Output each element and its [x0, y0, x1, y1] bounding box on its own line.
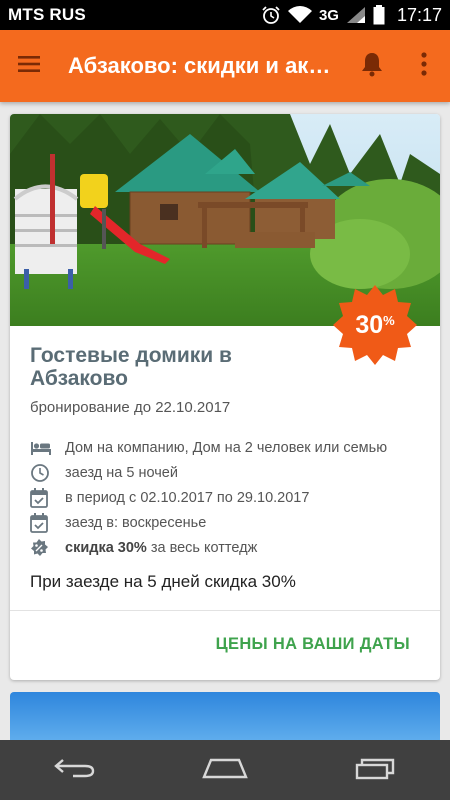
alarm-icon	[261, 5, 281, 25]
recent-apps-button[interactable]	[335, 740, 415, 800]
feature-period: в период с 02.10.2017 по 29.10.2017	[30, 485, 420, 510]
notifications-button[interactable]	[346, 30, 398, 102]
signal-icon	[345, 5, 367, 25]
feature-text: Дом на компанию, Дом на 2 человек или се…	[65, 439, 388, 456]
offer-description: При заезде на 5 дней скидка 30%	[30, 572, 296, 591]
home-icon	[201, 757, 249, 784]
menu-button[interactable]	[0, 30, 58, 102]
discount-value: 30	[355, 310, 384, 339]
clock-icon	[30, 460, 56, 485]
clock-time: 17:17	[396, 4, 442, 25]
back-icon	[53, 756, 97, 785]
calendar-check-icon	[30, 485, 56, 510]
system-nav-bar	[0, 740, 450, 800]
feature-accommodation: Дом на компанию, Дом на 2 человек или се…	[30, 435, 420, 460]
check-prices-button[interactable]: ЦЕНЫ НА ВАШИ ДАТЫ	[216, 635, 410, 654]
feature-text: заезд в: воскресенье	[65, 514, 207, 531]
feature-nights: заезд на 5 ночей	[30, 460, 420, 485]
app-bar: Абзаково: скидки и акц...	[0, 30, 450, 102]
status-icons: 3G 17:17	[261, 5, 442, 26]
discount-emphasis: скидка 30%	[65, 539, 147, 556]
offer-card[interactable]: 30% Гостевые домики в Абзаково бронирова…	[10, 114, 440, 680]
wifi-icon	[287, 5, 313, 25]
home-button[interactable]	[185, 740, 265, 800]
page-title: Абзаково: скидки и акц...	[68, 53, 341, 78]
network-type-label: 3G	[318, 6, 339, 24]
back-button[interactable]	[35, 740, 115, 800]
carrier-name: MTS RUS	[8, 5, 86, 24]
feature-checkin-day: заезд в: воскресенье	[30, 510, 420, 535]
feature-text: скидка 30% за весь коттедж	[65, 540, 257, 556]
menu-icon	[18, 55, 40, 78]
booking-deadline: бронирование до 22.10.2017	[30, 399, 231, 416]
feature-discount: скидка 30% за весь коттедж	[30, 535, 420, 560]
feature-text: заезд на 5 ночей	[65, 464, 178, 481]
percent-badge-icon	[30, 535, 56, 560]
status-bar: MTS RUS 3G 17:17	[0, 0, 450, 30]
bell-icon	[360, 51, 384, 82]
more-options-button[interactable]	[398, 30, 450, 102]
feature-list: Дом на компанию, Дом на 2 человек или се…	[30, 435, 420, 560]
card-divider	[10, 610, 440, 611]
discount-scope: за весь коттедж	[146, 539, 258, 556]
more-vert-icon	[421, 51, 427, 81]
calendar-check-icon	[30, 510, 56, 535]
feature-text: в период с 02.10.2017 по 29.10.2017	[65, 489, 310, 506]
bed-icon	[30, 435, 56, 460]
battery-icon	[373, 5, 385, 25]
discount-badge: 30%	[333, 283, 417, 367]
recent-apps-icon	[353, 756, 397, 785]
discount-unit: %	[383, 312, 395, 328]
offer-title: Гостевые домики в Абзаково	[30, 344, 232, 390]
